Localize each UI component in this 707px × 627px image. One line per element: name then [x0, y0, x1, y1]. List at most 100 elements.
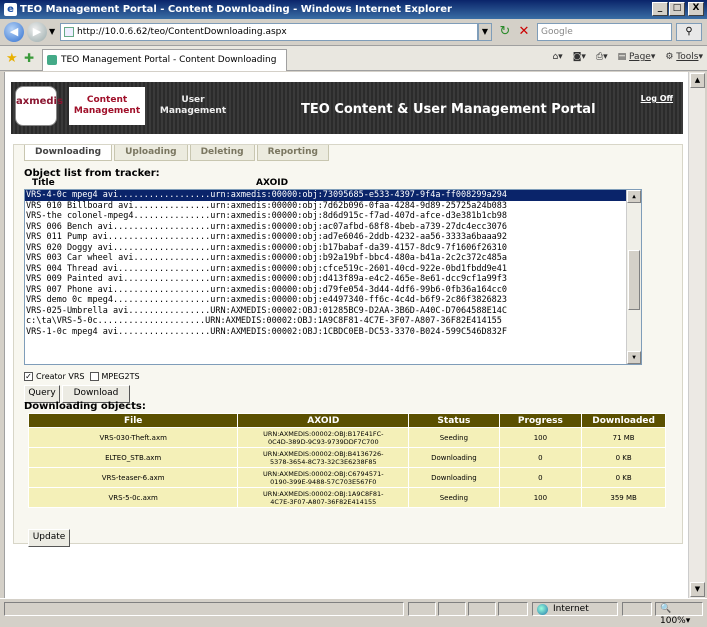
browser-tab[interactable]: TEO Management Portal - Content Download…: [42, 49, 287, 71]
url-text: http://10.0.6.62/teo/ContentDownloading.…: [77, 27, 287, 37]
command-bar: ⌂▾ ◙▾ ⎙▾ ▤ Page▾ ⚙ Tools▾: [552, 52, 703, 62]
tools-menu[interactable]: ⚙ Tools▾: [665, 52, 703, 62]
page-scrollbar[interactable]: ▲ ▼: [688, 72, 705, 598]
url-input[interactable]: http://10.0.6.62/teo/ContentDownloading.…: [60, 23, 478, 41]
list-item[interactable]: c:\ta\VRS-5-0c.....................URN:A…: [25, 316, 641, 327]
list-item[interactable]: VRS-the colonel-mpeg4...............urn:…: [25, 211, 641, 222]
list-item[interactable]: VRS 009 Painted avi.................urn:…: [25, 274, 641, 285]
creator-vrs-checkbox[interactable]: ✓: [24, 372, 33, 381]
window-title: TEO Management Portal - Content Download…: [20, 4, 452, 15]
favorites-star-icon[interactable]: ★: [6, 51, 18, 66]
list-item[interactable]: VRS 020 Doggy avi...................urn:…: [25, 243, 641, 254]
listbox-scrollbar[interactable]: ▲ ▼: [626, 190, 641, 364]
cell-file: VRS-teaser-6.axm: [27, 467, 239, 488]
portal-header: axmedis Content Management User Manageme…: [11, 82, 683, 134]
list-item[interactable]: VRS 011 Pump avi....................urn:…: [25, 232, 641, 243]
cell-axoid: URN:AXMEDIS:00002:OBJ:C6794571- 0190-399E…: [237, 467, 410, 488]
browser-tab-title: TEO Management Portal - Content Download…: [61, 55, 277, 65]
col-axoid-header: AXOID: [256, 178, 289, 188]
refresh-icon[interactable]: ↻: [497, 24, 513, 40]
subtab-bar: Downloading Uploading Deleting Reporting: [24, 145, 331, 161]
magnifier-icon: 🔍: [660, 604, 672, 614]
subtab-downloading[interactable]: Downloading: [24, 145, 113, 161]
list-item[interactable]: VRS-1-0c mpeg4 avi..................URN:…: [25, 327, 641, 338]
mpeg2ts-checkbox[interactable]: [89, 372, 99, 381]
table-row[interactable]: VRS-teaser-6.axm URN:AXMEDIS:00002:OBJ:C…: [27, 467, 666, 488]
page-scroll-down-icon[interactable]: ▼: [690, 582, 705, 597]
ie-icon: e: [4, 3, 17, 16]
logoff-link[interactable]: Log Off: [641, 94, 673, 103]
table-row[interactable]: VRS-030-Theft.axm URN:AXMEDIS:00002:OBJ:…: [27, 427, 666, 448]
axoid-line1: URN:AXMEDIS:00002:OBJ:B4136726-: [263, 449, 384, 458]
subtab-uploading[interactable]: Uploading: [114, 145, 188, 161]
page-scroll-up-icon[interactable]: ▲: [690, 73, 705, 88]
status-text-panel: [4, 602, 404, 616]
forward-button[interactable]: ▶: [27, 22, 47, 42]
scroll-thumb[interactable]: [628, 250, 640, 310]
zoom-control[interactable]: 🔍 100%▾: [655, 602, 703, 626]
axoid-line1: URN:AXMEDIS:00002:OBJ:1A9C8F81-: [263, 489, 384, 498]
list-item[interactable]: VRS 010 Billboard avi...............urn:…: [25, 201, 641, 212]
list-item[interactable]: VRS 004 Thread avi..................urn:…: [25, 264, 641, 275]
object-listbox[interactable]: VRS-4-0c mpeg4 avi..................urn:…: [24, 189, 642, 365]
update-button[interactable]: Update: [28, 529, 70, 547]
query-options: ✓ Creator VRS MPEG2TS: [24, 372, 140, 381]
list-item[interactable]: VRS 007 Phone avi...................urn:…: [25, 285, 641, 296]
status-panel: [498, 602, 528, 616]
status-panel: [622, 602, 652, 616]
cell-status: Seeding: [408, 487, 500, 508]
col-status: Status: [408, 413, 500, 428]
page-icon: [64, 27, 74, 37]
list-item[interactable]: VRS demo 0c mpeg4...................urn:…: [25, 295, 641, 306]
stop-icon[interactable]: ✕: [516, 24, 532, 40]
col-axoid: AXOID: [237, 413, 410, 428]
security-zone[interactable]: Internet: [532, 602, 618, 616]
status-panel: [438, 602, 466, 616]
feeds-icon[interactable]: ◙▾: [573, 52, 586, 62]
close-button[interactable]: X: [688, 2, 704, 16]
history-dropdown-icon[interactable]: ▼: [49, 27, 55, 36]
table-row[interactable]: ELTEO_STB.axm URN:AXMEDIS:00002:OBJ:B413…: [27, 447, 666, 468]
axmedis-logo: axmedis: [15, 86, 63, 126]
home-icon[interactable]: ⌂▾: [552, 52, 562, 62]
axoid-line2: 0C4D-389D-9C93-9739DDF7C700: [268, 437, 379, 446]
scroll-up-icon[interactable]: ▲: [627, 190, 641, 203]
col-file: File: [27, 413, 239, 428]
cell-progress: 0: [498, 467, 583, 488]
subtab-reporting[interactable]: Reporting: [256, 145, 329, 161]
search-icon[interactable]: ⚲: [676, 23, 702, 41]
cell-status: Downloading: [408, 467, 500, 488]
list-item[interactable]: VRS 003 Car wheel avi...............urn:…: [25, 253, 641, 264]
add-favorites-icon[interactable]: ✚: [24, 51, 34, 65]
creator-vrs-label: Creator VRS: [36, 372, 85, 381]
cell-file: VRS-030-Theft.axm: [27, 427, 239, 448]
cell-downloaded: 359 MB: [581, 487, 666, 508]
page-viewport: axmedis Content Management User Manageme…: [4, 72, 688, 598]
list-item[interactable]: VRS-025-Umbrella avi................URN:…: [25, 306, 641, 317]
tab-user-management[interactable]: User Management: [155, 87, 231, 125]
search-input[interactable]: Google: [537, 23, 672, 41]
scroll-down-icon[interactable]: ▼: [627, 351, 641, 364]
url-dropdown-icon[interactable]: ▼: [478, 23, 492, 41]
cell-file: VRS-5-0c.axm: [27, 487, 239, 508]
back-button[interactable]: ◀: [4, 22, 24, 42]
cell-progress: 100: [498, 427, 583, 448]
cell-downloaded: 0 KB: [581, 467, 666, 488]
page-menu-label: Page: [629, 52, 651, 62]
cell-axoid: URN:AXMEDIS:00002:OBJ:1A9C8F81- 4C7E-3F07…: [237, 487, 410, 508]
mpeg2ts-label: MPEG2TS: [101, 372, 140, 381]
cell-status: Downloading: [408, 447, 500, 468]
list-item[interactable]: VRS 006 Bench avi...................urn:…: [25, 222, 641, 233]
cell-status: Seeding: [408, 427, 500, 448]
list-item[interactable]: VRS-4-0c mpeg4 avi..................urn:…: [25, 190, 641, 201]
tab-content-line1: Content: [86, 95, 128, 105]
table-row[interactable]: VRS-5-0c.axm URN:AXMEDIS:00002:OBJ:1A9C8…: [27, 487, 666, 508]
subtab-deleting[interactable]: Deleting: [189, 145, 255, 161]
page-menu[interactable]: ▤ Page▾: [618, 52, 656, 62]
tab-content-management[interactable]: Content Management: [69, 87, 145, 125]
print-icon[interactable]: ⎙▾: [596, 52, 608, 62]
status-panel: [468, 602, 496, 616]
col-downloaded: Downloaded: [581, 413, 666, 428]
maximize-button[interactable]: □: [669, 2, 685, 16]
minimize-button[interactable]: _: [652, 2, 668, 16]
